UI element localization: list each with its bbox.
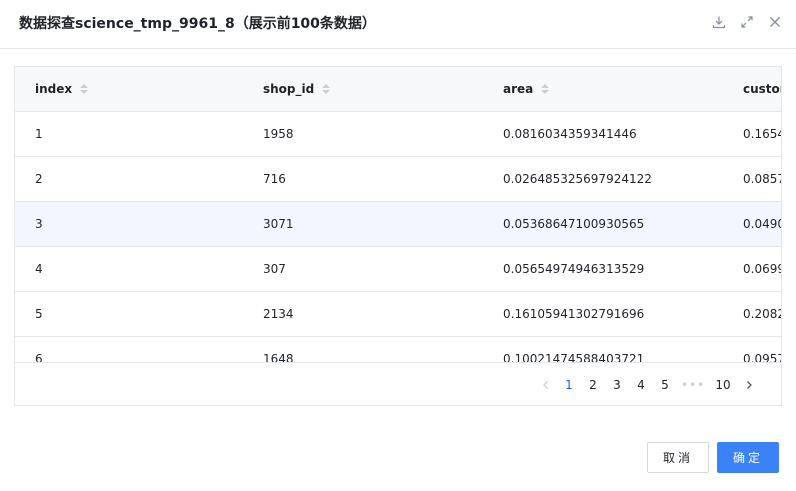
close-icon[interactable] bbox=[768, 15, 782, 29]
column-header-index[interactable]: index bbox=[35, 67, 89, 111]
cancel-button[interactable]: 取消 bbox=[647, 442, 709, 473]
page-5[interactable]: 5 bbox=[657, 375, 673, 395]
cell-shop-id: 716 bbox=[263, 172, 286, 186]
cell-shop-id: 2134 bbox=[263, 307, 294, 321]
cell-custom: 0.0957 bbox=[743, 352, 781, 362]
column-header-area[interactable]: area bbox=[503, 67, 550, 111]
cell-shop-id: 1648 bbox=[263, 352, 294, 362]
cell-custom: 0.0490 bbox=[743, 217, 781, 231]
cell-custom: 0.1654 bbox=[743, 127, 781, 141]
table-row-highlighted[interactable]: 3 3071 0.05368647100930565 0.0490 bbox=[15, 202, 781, 247]
table-row[interactable]: 6 1648 0.10021474588403721 0.0957 bbox=[15, 337, 781, 362]
cell-index: 6 bbox=[35, 352, 43, 362]
cell-custom: 0.2082 bbox=[743, 307, 781, 321]
page-1[interactable]: 1 bbox=[561, 375, 577, 395]
cell-area: 0.16105941302791696 bbox=[503, 307, 645, 321]
next-page-icon[interactable] bbox=[742, 375, 756, 395]
download-icon[interactable] bbox=[712, 15, 726, 29]
cell-area: 0.05654974946313529 bbox=[503, 262, 645, 276]
cell-shop-id: 1958 bbox=[263, 127, 294, 141]
column-header-custom[interactable]: custom bbox=[743, 67, 781, 111]
confirm-button[interactable]: 确定 bbox=[717, 442, 779, 473]
cell-custom: 0.0857 bbox=[743, 172, 781, 186]
modal-header: 数据探查science_tmp_9961_8（展示前100条数据） bbox=[0, 0, 796, 49]
cell-index: 3 bbox=[35, 217, 43, 231]
cell-area: 0.10021474588403721 bbox=[503, 352, 645, 362]
page-3[interactable]: 3 bbox=[609, 375, 625, 395]
table-row[interactable]: 5 2134 0.16105941302791696 0.2082 bbox=[15, 292, 781, 337]
page-10[interactable]: 10 bbox=[713, 375, 733, 395]
column-header-shop-id[interactable]: shop_id bbox=[263, 67, 331, 111]
cell-shop-id: 307 bbox=[263, 262, 286, 276]
page-4[interactable]: 4 bbox=[633, 375, 649, 395]
table-row[interactable]: 1 1958 0.0816034359341446 0.1654 bbox=[15, 112, 781, 157]
cell-area: 0.0816034359341446 bbox=[503, 127, 637, 141]
table-row[interactable]: 2 716 0.026485325697924122 0.0857 bbox=[15, 157, 781, 202]
table-row[interactable]: 4 307 0.05654974946313529 0.0699 bbox=[15, 247, 781, 292]
header-actions bbox=[712, 15, 782, 29]
pagination: 1 2 3 4 5 ••• 10 bbox=[15, 362, 781, 405]
table-header: index shop_id area custom bbox=[15, 67, 781, 112]
cell-index: 4 bbox=[35, 262, 43, 276]
cell-shop-id: 3071 bbox=[263, 217, 294, 231]
sort-icon[interactable] bbox=[80, 84, 89, 94]
cell-custom: 0.0699 bbox=[743, 262, 781, 276]
expand-icon[interactable] bbox=[740, 15, 754, 29]
modal-title: 数据探查science_tmp_9961_8（展示前100条数据） bbox=[19, 16, 376, 32]
cell-index: 1 bbox=[35, 127, 43, 141]
sort-icon[interactable] bbox=[541, 84, 550, 94]
cell-index: 2 bbox=[35, 172, 43, 186]
prev-page-icon[interactable] bbox=[539, 375, 553, 395]
table-body[interactable]: 1 1958 0.0816034359341446 0.1654 2 716 0… bbox=[15, 112, 781, 362]
page-ellipsis[interactable]: ••• bbox=[681, 375, 705, 395]
data-table: index shop_id area custom 1 1958 0.08160… bbox=[14, 66, 782, 406]
sort-icon[interactable] bbox=[322, 84, 331, 94]
cell-index: 5 bbox=[35, 307, 43, 321]
cell-area: 0.05368647100930565 bbox=[503, 217, 645, 231]
cell-area: 0.026485325697924122 bbox=[503, 172, 652, 186]
page-2[interactable]: 2 bbox=[585, 375, 601, 395]
